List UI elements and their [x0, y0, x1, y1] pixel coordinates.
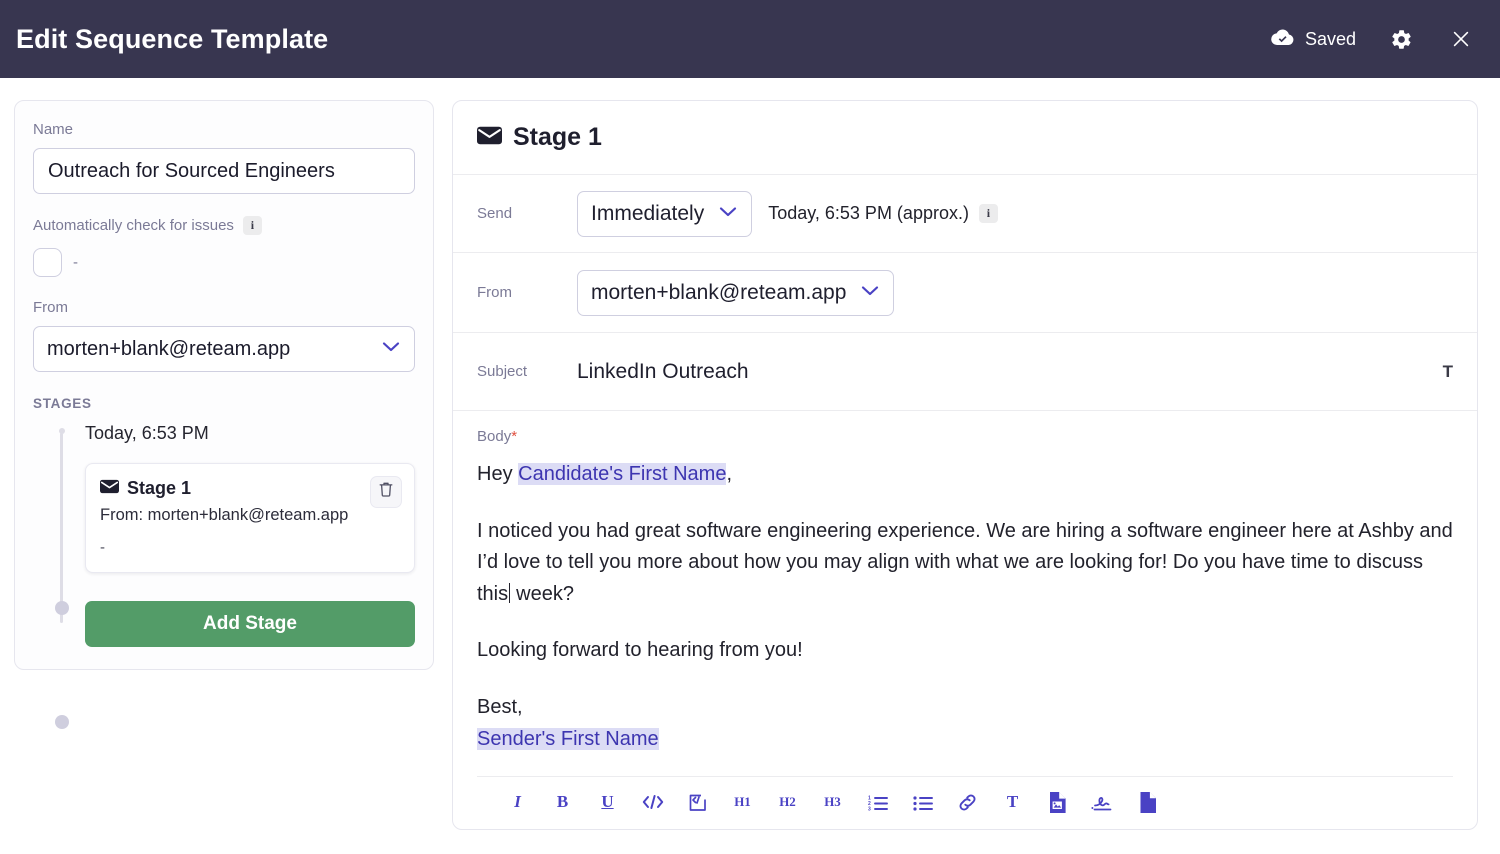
bulleted-list-icon[interactable]: [900, 787, 945, 817]
auto-check-state: -: [73, 254, 78, 271]
subject-row: Subject LinkedIn Outreach T: [453, 333, 1477, 411]
stage-editor-header: Stage 1: [453, 101, 1477, 175]
editor-toolbar: I B U H1 H2 H3 123: [477, 776, 1453, 829]
ordered-list-icon[interactable]: 123: [855, 787, 900, 817]
close-icon: [1450, 28, 1472, 50]
gear-icon: [1390, 28, 1413, 51]
trash-icon: [378, 481, 394, 503]
signoff-text: Best,: [477, 696, 523, 718]
code-block-icon[interactable]: [675, 787, 720, 817]
from-select[interactable]: morten+blank@reteam.app: [33, 326, 415, 372]
body-paragraph-2: Looking forward to hearing from you!: [477, 635, 1453, 667]
merge-token-sender-first-name[interactable]: Sender's First Name: [477, 728, 659, 750]
attach-file-icon[interactable]: [1125, 787, 1170, 817]
paragraph-1-part-a: I noticed you had great software enginee…: [477, 520, 1453, 605]
from-select-value: morten+blank@reteam.app: [47, 338, 381, 361]
send-row: Send Immediately Today, 6:53 PM (approx.…: [453, 175, 1477, 253]
timeline-dot-add: [55, 715, 69, 729]
saved-label: Saved: [1305, 29, 1356, 50]
add-stage-button[interactable]: Add Stage: [85, 601, 415, 647]
chevron-down-icon: [381, 340, 401, 358]
body-editor[interactable]: Hey Candidate's First Name, I noticed yo…: [477, 459, 1453, 776]
heading-2-icon[interactable]: H2: [765, 787, 810, 817]
body-label: Body*: [477, 428, 1453, 445]
settings-button[interactable]: [1386, 24, 1416, 54]
merge-token-candidate-first-name[interactable]: Candidate's First Name: [518, 463, 726, 485]
timeline-time: Today, 6:53 PM: [85, 423, 415, 444]
auto-check-label: Automatically check for issues: [33, 217, 234, 234]
stage-card-title: Stage 1: [127, 478, 191, 499]
subject-text-tool-icon[interactable]: T: [1443, 362, 1453, 382]
auto-check-label-row: Automatically check for issues i: [33, 216, 415, 235]
send-approx-text: Today, 6:53 PM (approx.): [768, 203, 969, 224]
stage-editor-title: Stage 1: [513, 123, 602, 152]
info-icon[interactable]: i: [243, 216, 262, 235]
paragraph-1-part-b: week?: [511, 583, 574, 605]
italic-icon[interactable]: I: [495, 787, 540, 817]
heading-3-icon[interactable]: H3: [810, 787, 855, 817]
body-greeting: Hey Candidate's First Name,: [477, 459, 1453, 491]
from-label: From: [33, 299, 415, 316]
stage-card-from: From: morten+blank@reteam.app: [100, 505, 400, 526]
inline-code-icon[interactable]: [630, 787, 675, 817]
template-settings-panel: Name Automatically check for issues i - …: [14, 100, 434, 670]
app-header: Edit Sequence Template Saved: [0, 0, 1500, 78]
envelope-icon: [477, 126, 502, 150]
send-timing-select[interactable]: Immediately: [577, 191, 752, 237]
stage-card-1[interactable]: Stage 1 From: morten+blank@reteam.app -: [85, 463, 415, 573]
chevron-down-icon: [860, 284, 880, 302]
delete-stage-button[interactable]: [370, 476, 402, 508]
signature-icon[interactable]: [1080, 787, 1125, 817]
underline-icon[interactable]: U: [585, 787, 630, 817]
svg-text:3: 3: [868, 806, 871, 811]
body-signoff: Best, Sender's First Name: [477, 692, 1453, 755]
template-name-input[interactable]: [33, 148, 415, 194]
heading-1-icon[interactable]: H1: [720, 787, 765, 817]
send-approx-time: Today, 6:53 PM (approx.) i: [768, 203, 998, 224]
clear-formatting-icon[interactable]: T: [990, 787, 1035, 817]
subject-input[interactable]: LinkedIn Outreach: [577, 360, 1443, 384]
page-title: Edit Sequence Template: [16, 24, 1271, 55]
header-actions: Saved: [1271, 24, 1476, 54]
greeting-suffix: ,: [726, 463, 732, 485]
info-icon[interactable]: i: [979, 204, 998, 223]
timeline-line: [60, 433, 63, 623]
body-area: Body* Hey Candidate's First Name, I noti…: [453, 411, 1477, 829]
body-label-text: Body: [477, 428, 511, 445]
from-row: From morten+blank@reteam.app: [453, 253, 1477, 333]
stages-timeline: Today, 6:53 PM Stage 1 From: morten+blan…: [33, 423, 415, 647]
timeline-dot-stage-1: [55, 601, 69, 615]
stage-card-header: Stage 1: [100, 478, 400, 499]
cloud-check-icon: [1271, 27, 1295, 52]
saved-status: Saved: [1271, 27, 1356, 52]
bold-icon[interactable]: B: [540, 787, 585, 817]
body-paragraph-1: I noticed you had great software enginee…: [477, 516, 1453, 611]
insert-image-icon[interactable]: [1035, 787, 1080, 817]
subject-label: Subject: [477, 363, 577, 380]
name-label: Name: [33, 121, 415, 138]
timeline-dot-start: [59, 428, 65, 434]
link-icon[interactable]: [945, 787, 990, 817]
required-marker: *: [511, 428, 517, 445]
stage-from-select[interactable]: morten+blank@reteam.app: [577, 270, 894, 316]
workspace: Name Automatically check for issues i - …: [0, 78, 1500, 854]
stage-from-value: morten+blank@reteam.app: [591, 281, 846, 305]
stages-heading: STAGES: [33, 396, 415, 411]
send-label: Send: [477, 205, 577, 222]
from-row-label: From: [477, 284, 577, 301]
send-timing-value: Immediately: [591, 202, 704, 226]
envelope-icon: [100, 479, 119, 499]
stage-card-subtext: -: [100, 539, 400, 556]
stage-editor-panel: Stage 1 Send Immediately Today, 6:53 PM …: [452, 100, 1478, 830]
chevron-down-icon: [718, 205, 738, 223]
close-button[interactable]: [1446, 24, 1476, 54]
auto-check-row: -: [33, 248, 415, 277]
auto-check-checkbox[interactable]: [33, 248, 62, 277]
greeting-prefix: Hey: [477, 463, 518, 485]
